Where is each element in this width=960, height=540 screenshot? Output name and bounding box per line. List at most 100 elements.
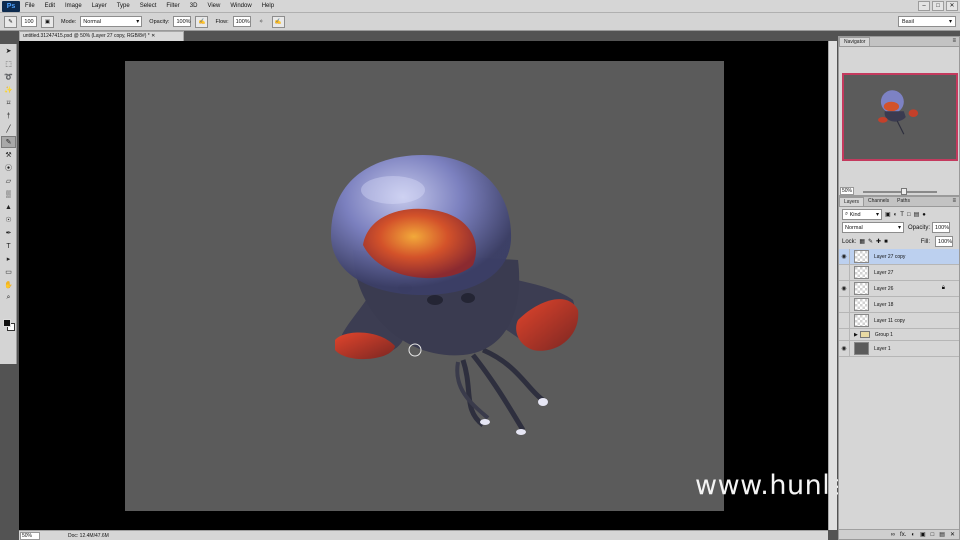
menu-3d[interactable]: 3D [185,3,203,9]
link-layers-icon[interactable]: ∞ [891,532,895,538]
layer-row[interactable]: Layer 27 [839,264,959,281]
filter-toggle-icon[interactable]: ● [922,212,926,218]
document-tab[interactable]: untitled.31247415.psd @ 50% (Layer 27 co… [19,31,184,41]
navigator-zoom-slider[interactable] [863,191,937,193]
menu-view[interactable]: View [202,3,225,9]
foreground-color-swatch[interactable] [3,319,11,327]
hand-tool-icon[interactable]: ✋ [1,279,16,291]
menu-edit[interactable]: Edit [40,3,60,9]
visibility-toggle[interactable] [839,264,850,281]
dodge-tool-icon[interactable]: ☉ [1,214,16,226]
zoom-tool-icon[interactable]: ⌕ [1,292,16,304]
visibility-eye-icon[interactable]: ◉ [839,280,850,297]
shape-tool-icon[interactable]: ▭ [1,266,16,278]
layer-opacity-input[interactable]: 100% [932,222,951,233]
new-layer-icon[interactable]: ▤ [939,531,945,538]
blur-tool-icon[interactable]: ▲ [1,201,16,213]
visibility-eye-icon[interactable]: ◉ [839,340,850,357]
lasso-tool-icon[interactable]: ➰ [1,71,16,83]
visibility-eye-icon[interactable]: ◉ [839,248,850,265]
menu-image[interactable]: Image [60,3,87,9]
layer-name: Layer 26 [874,285,894,292]
crop-tool-icon[interactable]: ⌑ [1,97,16,109]
lock-all-icon[interactable]: ■ [884,239,888,245]
group-expand-icon[interactable]: ▶ [854,332,858,338]
healing-brush-tool-icon[interactable]: ╱ [1,123,16,135]
clone-stamp-tool-icon[interactable]: ⚒ [1,149,16,161]
tab-channels[interactable]: Channels [864,197,893,206]
layers-menu-icon[interactable]: ≡ [952,198,956,204]
group-row[interactable]: ▶ Group 1 [839,328,959,341]
lock-label: Lock: [842,238,857,245]
quick-select-tool-icon[interactable]: ✨ [1,84,16,96]
vertical-scrollbar[interactable] [828,41,837,530]
eyedropper-tool-icon[interactable]: † [1,110,16,122]
opacity-input[interactable]: 100% [173,16,192,27]
layer-row[interactable]: ◉ Layer 26 🔒︎ [839,280,959,297]
brush-panel-toggle-icon[interactable]: ▣ [41,15,54,28]
tab-paths[interactable]: Paths [893,197,914,206]
tab-navigator[interactable]: Navigator [839,37,871,46]
layer-row[interactable]: ◉ Layer 1 [839,340,959,357]
opacity-pressure-icon[interactable]: ✍ [195,15,209,28]
status-zoom-field[interactable]: 50% [20,531,40,540]
navigator-preview[interactable] [842,73,958,161]
brush-tool-icon[interactable]: ✎ [1,136,16,148]
maximize-button[interactable]: □ [932,1,944,11]
workspace-switcher[interactable]: Basil [898,16,956,27]
marquee-tool-icon[interactable]: ⬚ [1,58,16,70]
gradient-tool-icon[interactable]: ▒ [1,188,16,200]
creature-artwork [331,155,579,435]
brush-tool-preset-icon[interactable]: ✎ [4,15,17,28]
delete-layer-icon[interactable]: ✕ [950,531,955,538]
navigator-zoom-knob[interactable] [901,188,907,195]
airbrush-icon[interactable]: ✧ [255,16,268,28]
flow-input[interactable]: 100% [232,16,251,27]
layer-style-icon[interactable]: fx. [900,532,906,538]
lock-pixels-icon[interactable]: ✎ [868,238,873,245]
lock-transparent-icon[interactable]: ▦ [859,238,865,245]
filter-shape-icon[interactable]: □ [907,212,911,218]
layer-kind-select[interactable]: ⌕ Kind [842,209,882,220]
layer-mask-icon[interactable]: ▣ [920,531,926,538]
layer-row[interactable]: Layer 11 copy [839,312,959,329]
fill-input[interactable]: 100% [935,236,954,247]
layer-thumbnail [854,342,869,355]
filter-adjust-icon[interactable]: ◐ [894,212,898,218]
menu-layer[interactable]: Layer [87,3,112,9]
mode-select[interactable]: Normal [80,16,143,27]
navigator-zoom-field[interactable]: 50% [840,187,854,195]
brush-size-picker[interactable]: 100 [21,16,37,27]
type-tool-icon[interactable]: T [1,240,16,252]
panel-menu-icon[interactable]: ≡ [952,38,956,44]
path-select-tool-icon[interactable]: ▸ [1,253,16,265]
pen-tool-icon[interactable]: ✒ [1,227,16,239]
blend-mode-select[interactable]: Normal [842,222,904,233]
visibility-toggle[interactable] [839,296,850,313]
size-pressure-icon[interactable]: ✍ [271,15,285,28]
menu-file[interactable]: File [20,3,40,9]
move-tool-icon[interactable]: ➤ [1,45,16,57]
filter-pixel-icon[interactable]: ▣ [885,211,891,218]
visibility-toggle[interactable] [839,328,850,341]
menu-select[interactable]: Select [135,3,162,9]
menu-help[interactable]: Help [257,3,279,9]
menu-filter[interactable]: Filter [161,3,184,9]
layer-row[interactable]: Layer 18 [839,296,959,313]
adjustment-layer-icon[interactable]: ◐ [911,532,915,538]
filter-type-icon[interactable]: T [900,212,904,218]
new-group-icon[interactable]: □ [931,532,935,538]
menu-type[interactable]: Type [112,3,135,9]
minimize-button[interactable]: – [918,1,930,11]
layer-thumbnail [854,298,869,311]
layer-thumbnail [854,250,869,263]
eraser-tool-icon[interactable]: ▱ [1,175,16,187]
close-button[interactable]: ✕ [946,1,958,11]
tab-layers[interactable]: Layers [839,197,865,206]
layer-row[interactable]: ◉ Layer 27 copy [839,248,959,265]
history-brush-tool-icon[interactable]: ⦿ [1,162,16,174]
menu-window[interactable]: Window [225,3,256,9]
visibility-toggle[interactable] [839,312,850,329]
lock-position-icon[interactable]: ✚ [876,238,881,245]
filter-smart-icon[interactable]: ▤ [914,211,920,218]
